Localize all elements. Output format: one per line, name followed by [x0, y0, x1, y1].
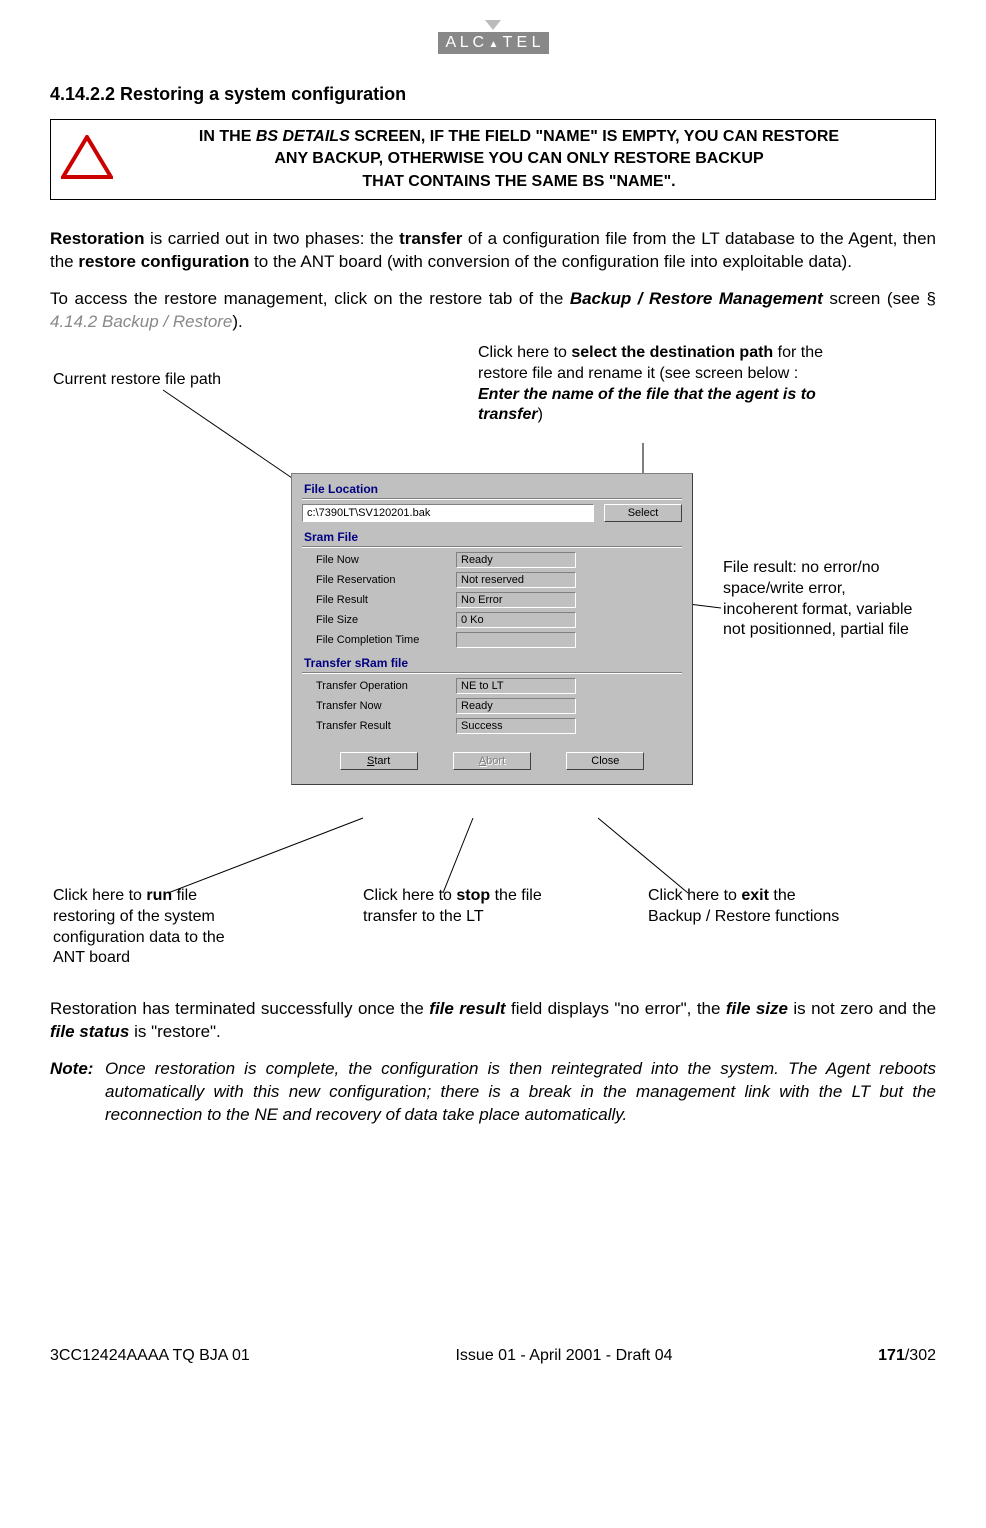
val-file-result: No Error: [456, 592, 576, 608]
select-button[interactable]: Select: [604, 504, 682, 522]
group-sram-file: Sram File File NowReady File Reservation…: [302, 530, 682, 648]
dialog-button-row: Start Abort Close: [292, 742, 692, 784]
callout-file-result: File result: no error/no space/write err…: [723, 558, 913, 641]
group-title-sram: Sram File: [302, 530, 682, 544]
triangle-down-icon: [485, 20, 501, 30]
page-footer: 3CC12424AAAA TQ BJA 01 Issue 01 - April …: [0, 1347, 986, 1385]
group-title-transfer: Transfer sRam file: [302, 656, 682, 670]
note-label: Note:: [50, 1058, 105, 1127]
lbl-transfer-op: Transfer Operation: [316, 680, 456, 692]
val-transfer-now: Ready: [456, 698, 576, 714]
warning-triangle-icon: [61, 135, 113, 184]
close-button[interactable]: Close: [566, 752, 644, 770]
section-heading: 4.14.2.2 Restoring a system configuratio…: [50, 84, 936, 105]
group-transfer-sram: Transfer sRam file Transfer OperationNE …: [302, 656, 682, 734]
paragraph-access: To access the restore management, click …: [50, 288, 936, 334]
val-transfer-op: NE to LT: [456, 678, 576, 694]
footer-page-number: 171/302: [878, 1347, 936, 1365]
footer-doc-id: 3CC12424AAAA TQ BJA 01: [50, 1347, 250, 1365]
val-file-completion: [456, 632, 576, 648]
lbl-file-completion: File Completion Time: [316, 634, 456, 646]
footer-issue: Issue 01 - April 2001 - Draft 04: [455, 1347, 672, 1365]
lbl-transfer-result: Transfer Result: [316, 720, 456, 732]
val-file-reservation: Not reserved: [456, 572, 576, 588]
callout-run: Click here to run file restoring of the …: [53, 886, 253, 969]
warning-box: IN THE BS DETAILS SCREEN, IF THE FIELD "…: [50, 119, 936, 200]
annotated-screenshot: Current restore file path Click here to …: [53, 348, 933, 978]
start-button[interactable]: Start: [340, 752, 418, 770]
abort-button[interactable]: Abort: [453, 752, 531, 770]
group-title-file-location: File Location: [302, 482, 682, 496]
lbl-file-now: File Now: [316, 554, 456, 566]
note-body: Once restoration is complete, the config…: [105, 1058, 936, 1127]
warning-text: IN THE BS DETAILS SCREEN, IF THE FIELD "…: [113, 126, 925, 193]
note-block: Note: Once restoration is complete, the …: [50, 1058, 936, 1127]
val-file-now: Ready: [456, 552, 576, 568]
lbl-transfer-now: Transfer Now: [316, 700, 456, 712]
brand-text: A L C ▲ T E L: [438, 32, 549, 54]
lbl-file-result: File Result: [316, 594, 456, 606]
lbl-file-reservation: File Reservation: [316, 574, 456, 586]
val-file-size: 0 Ko: [456, 612, 576, 628]
callout-destination: Click here to select the destination pat…: [478, 343, 838, 426]
file-path-input[interactable]: c:\7390LT\SV120201.bak: [302, 504, 594, 522]
val-transfer-result: Success: [456, 718, 576, 734]
paragraph-restoration: Restoration is carried out in two phases…: [50, 228, 936, 274]
group-file-location: File Location c:\7390LT\SV120201.bak Sel…: [302, 482, 682, 522]
callout-exit: Click here to exit the Backup / Restore …: [648, 886, 848, 928]
restore-dialog: File Location c:\7390LT\SV120201.bak Sel…: [291, 473, 693, 785]
callout-current-path: Current restore file path: [53, 370, 283, 391]
callout-stop: Click here to stop the file transfer to …: [363, 886, 563, 928]
lbl-file-size: File Size: [316, 614, 456, 626]
paragraph-termination: Restoration has terminated successfully …: [50, 998, 936, 1044]
brand-logo: A L C ▲ T E L: [50, 20, 936, 54]
